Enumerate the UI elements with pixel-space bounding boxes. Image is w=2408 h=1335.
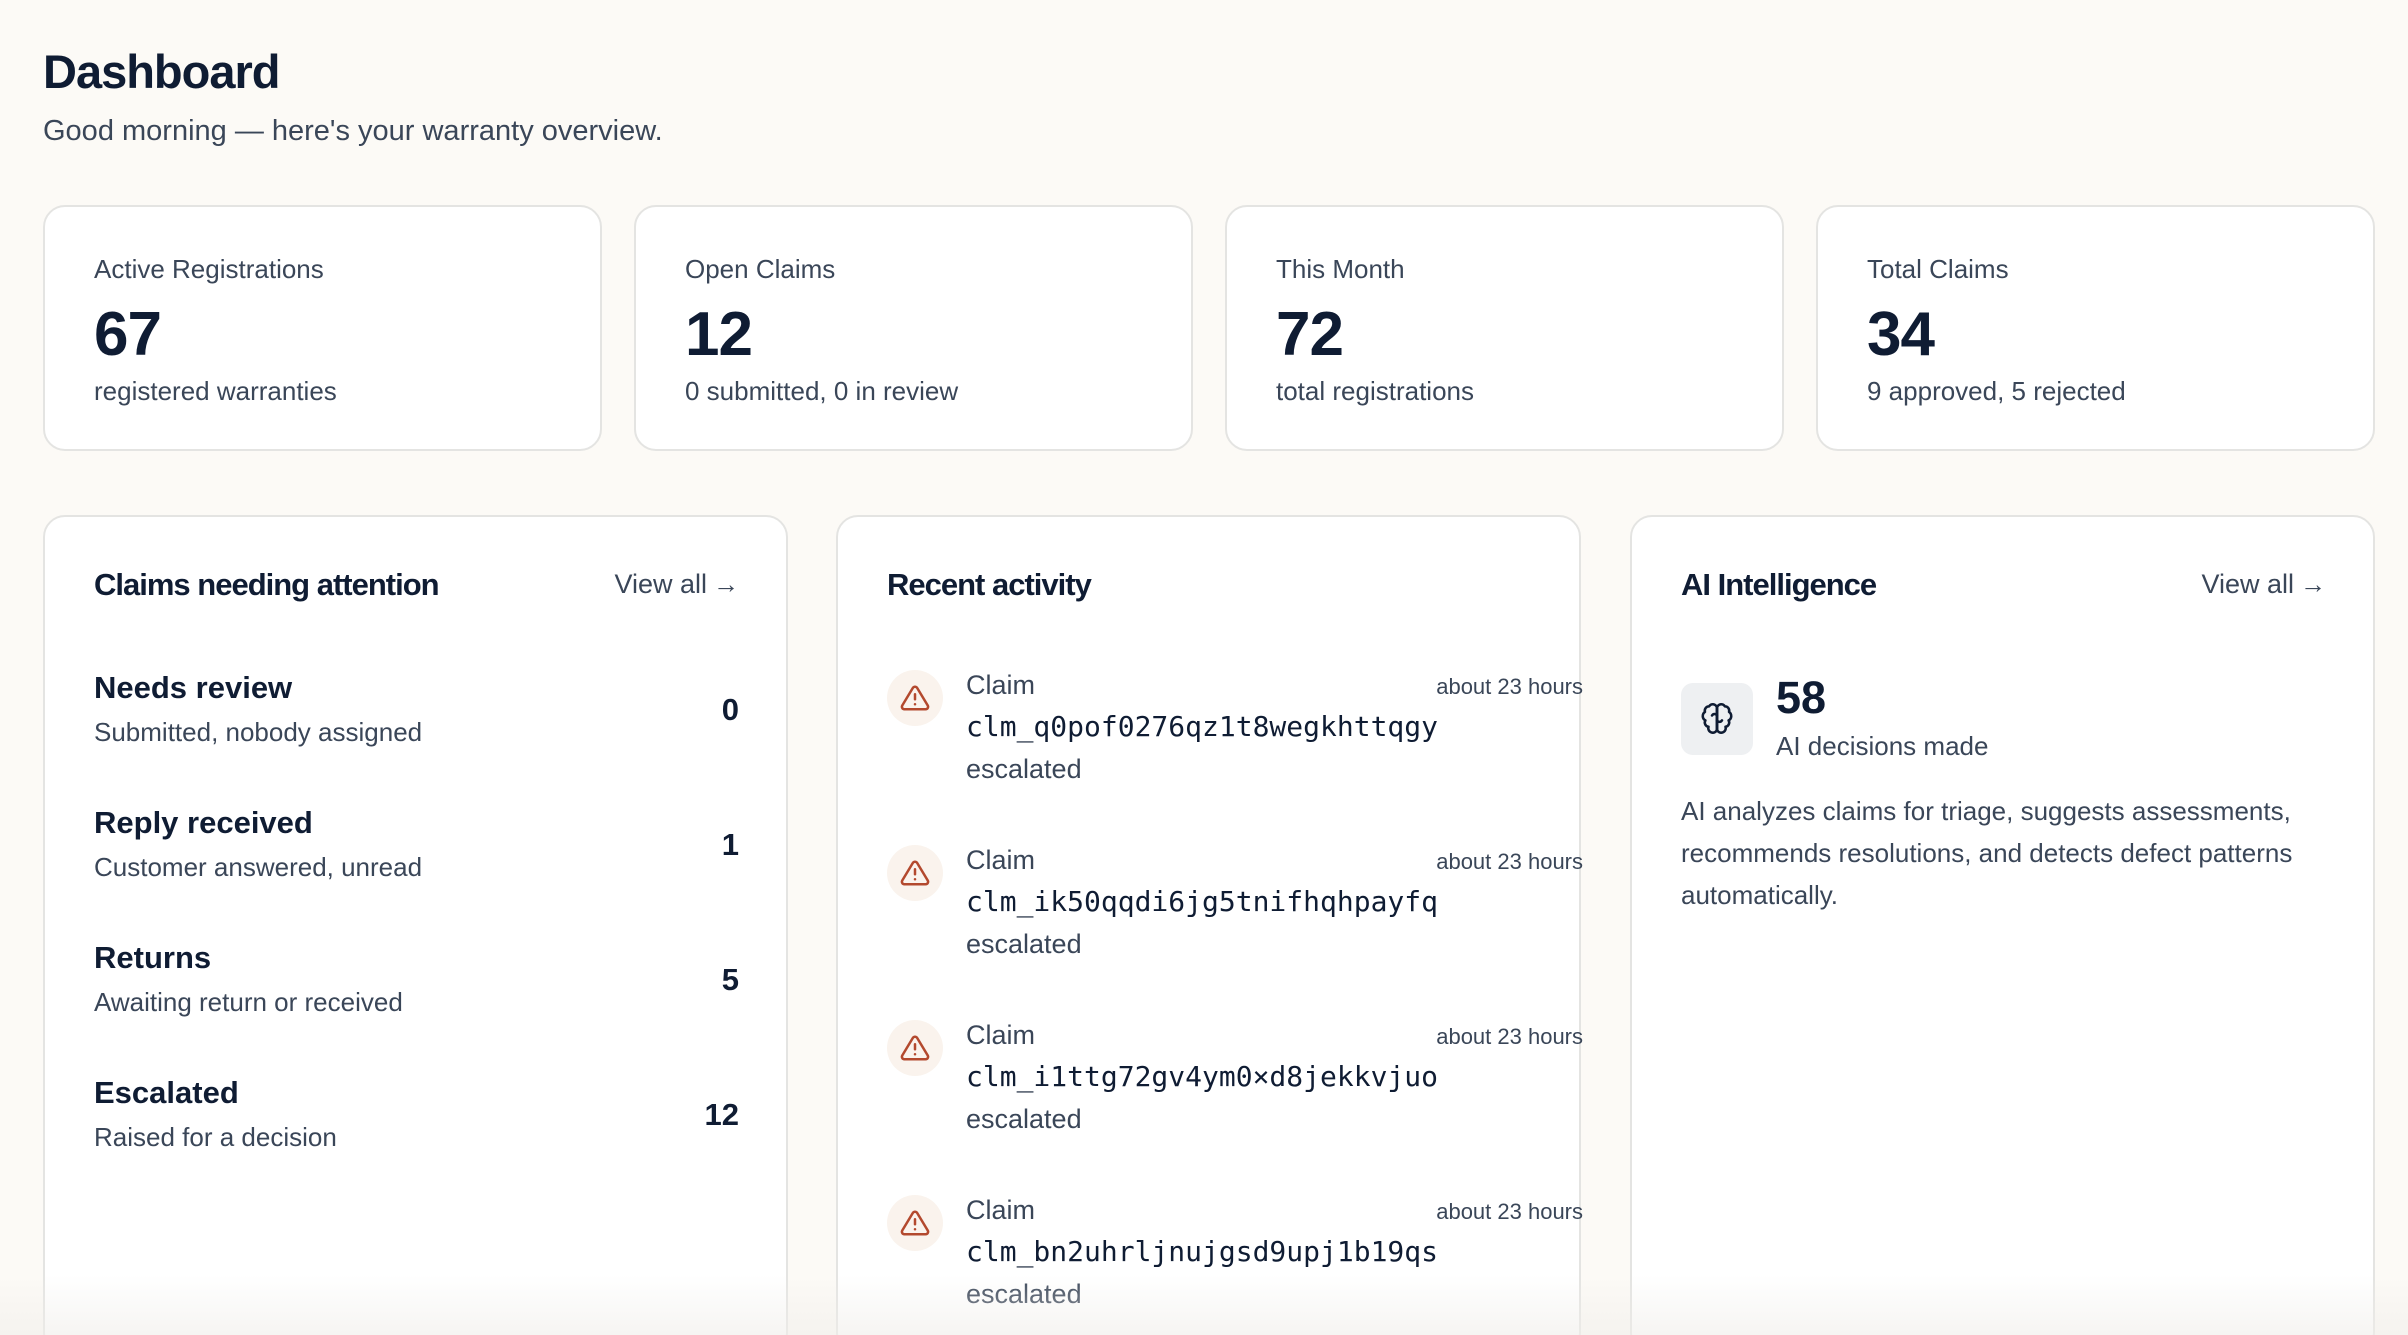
- attention-item-escalated[interactable]: Escalated Raised for a decision 12: [94, 1075, 739, 1175]
- activity-status: escalated: [966, 754, 1082, 784]
- activity-item[interactable]: Claim clm_bn2uhrljnujgsd9upj1b19qs escal…: [887, 1195, 1583, 1325]
- attention-item-reply-received[interactable]: Reply received Customer answered, unread…: [94, 805, 739, 905]
- dashboard-page: Dashboard Good morning — here's your war…: [0, 0, 2408, 1335]
- arrow-right-icon: →: [2300, 569, 2326, 599]
- attention-item-desc: Awaiting return or received: [94, 987, 403, 1017]
- stat-caption: 9 approved, 5 rejected: [1867, 376, 2126, 406]
- attention-item-desc: Customer answered, unread: [94, 852, 423, 882]
- arrow-right-icon: →: [713, 569, 739, 599]
- page-title: Dashboard: [43, 45, 280, 98]
- activity-item[interactable]: Claim clm_ik50qqdi6jg5tnifhqhpayfq escal…: [887, 845, 1583, 975]
- attention-item-count: 12: [704, 1097, 739, 1132]
- activity-time: about 23 hours: [1436, 1024, 1583, 1049]
- attention-item-count: 1: [721, 827, 739, 862]
- warning-triangle-icon: [887, 845, 943, 901]
- stat-value: 72: [1276, 300, 1344, 369]
- panel-title: Recent activity: [887, 567, 1092, 602]
- stat-value: 67: [94, 300, 162, 369]
- stat-card-total-claims: Total Claims 34 9 approved, 5 rejected: [1816, 205, 2375, 451]
- brain-icon: [1681, 683, 1753, 755]
- attention-item-count: 5: [721, 962, 739, 997]
- activity-time: about 23 hours: [1436, 849, 1583, 874]
- stat-value: 34: [1867, 300, 1935, 369]
- activity-claim-id: clm_i1ttg72gv4ym0×d8jekkvjuo: [966, 1060, 1439, 1093]
- activity-kind: Claim: [966, 1020, 1036, 1050]
- warning-triangle-icon: [887, 1020, 943, 1076]
- activity-claim-id: clm_q0pof0276qz1t8wegkhttqgy: [966, 710, 1439, 743]
- activity-kind: Claim: [966, 1195, 1036, 1225]
- activity-status: escalated: [966, 1279, 1082, 1309]
- stat-card-open-claims: Open Claims 12 0 submitted, 0 in review: [634, 205, 1193, 451]
- panel-title: Claims needing attention: [94, 567, 440, 602]
- ai-decisions-label: AI decisions made: [1776, 731, 1989, 761]
- attention-item-desc: Raised for a decision: [94, 1122, 337, 1152]
- activity-time: about 23 hours: [1436, 674, 1583, 699]
- activity-status: escalated: [966, 1104, 1082, 1134]
- attention-item-returns[interactable]: Returns Awaiting return or received 5: [94, 940, 739, 1040]
- stat-caption: 0 submitted, 0 in review: [685, 376, 959, 406]
- stat-card-active-registrations: Active Registrations 67 registered warra…: [43, 205, 602, 451]
- stat-value: 12: [685, 300, 753, 369]
- attention-item-title: Escalated: [94, 1075, 239, 1110]
- claims-attention-panel: Claims needing attention View all → Need…: [43, 515, 788, 1335]
- activity-item[interactable]: Claim clm_q0pof0276qz1t8wegkhttqgy escal…: [887, 670, 1583, 800]
- stat-label: This Month: [1276, 254, 1405, 284]
- ai-intelligence-panel: AI Intelligence View all → 58 AI decisio…: [1630, 515, 2375, 1335]
- attention-item-title: Needs review: [94, 670, 293, 705]
- stat-label: Total Claims: [1867, 254, 2009, 284]
- attention-item-title: Returns: [94, 940, 212, 975]
- attention-item-needs-review[interactable]: Needs review Submitted, nobody assigned …: [94, 670, 739, 770]
- attention-item-desc: Submitted, nobody assigned: [94, 717, 423, 747]
- stat-label: Active Registrations: [94, 254, 324, 284]
- warning-triangle-icon: [887, 670, 943, 726]
- panel-title: AI Intelligence: [1681, 567, 1877, 602]
- recent-activity-panel: Recent activity Claim clm_q0pof0276qz1t8…: [836, 515, 1583, 1335]
- activity-kind: Claim: [966, 845, 1036, 875]
- stat-caption: registered warranties: [94, 376, 337, 406]
- stat-card-this-month: This Month 72 total registrations: [1225, 205, 1784, 451]
- warning-triangle-icon: [887, 1195, 943, 1251]
- stat-caption: total registrations: [1276, 376, 1474, 406]
- view-all-link[interactable]: View all →: [614, 569, 739, 600]
- attention-item-title: Reply received: [94, 805, 313, 840]
- view-all-link[interactable]: View all →: [2201, 569, 2326, 600]
- stat-label: Open Claims: [685, 254, 836, 284]
- activity-kind: Claim: [966, 670, 1036, 700]
- attention-item-count: 0: [721, 692, 739, 727]
- ai-decisions-count: 58: [1776, 672, 1827, 723]
- activity-claim-id: clm_ik50qqdi6jg5tnifhqhpayfq: [966, 885, 1439, 918]
- page-subtitle: Good morning — here's your warranty over…: [43, 115, 663, 147]
- activity-status: escalated: [966, 929, 1082, 959]
- ai-description: AI analyzes claims for triage, suggests …: [1681, 796, 2293, 910]
- activity-time: about 23 hours: [1436, 1199, 1583, 1224]
- activity-item[interactable]: Claim clm_i1ttg72gv4ym0×d8jekkvjuo escal…: [887, 1020, 1583, 1150]
- view-all-label: View all: [2201, 569, 2294, 599]
- view-all-label: View all: [614, 569, 707, 599]
- activity-claim-id: clm_bn2uhrljnujgsd9upj1b19qs: [966, 1235, 1439, 1268]
